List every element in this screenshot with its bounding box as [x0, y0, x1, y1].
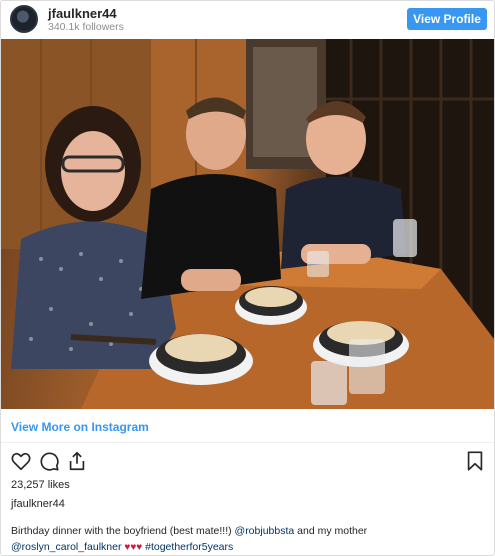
post-caption: Birthday dinner with the boyfriend (best… [11, 523, 481, 556]
bookmark-icon[interactable] [464, 450, 486, 472]
share-icon[interactable] [66, 450, 88, 472]
likes-count[interactable]: 23,257 likes [11, 479, 70, 491]
hashtag-link[interactable]: #togetherfor5years [145, 541, 233, 553]
instagram-embed-card: jfaulkner44 340.1k followers View Profil… [0, 0, 495, 556]
action-bar [1, 447, 494, 475]
mention-link[interactable]: @roslyn_carol_faulkner [11, 541, 121, 553]
post-photo[interactable] [1, 39, 494, 409]
post-header: jfaulkner44 340.1k followers View Profil… [1, 1, 494, 39]
view-more-link[interactable]: View More on Instagram [11, 420, 149, 434]
caption-text: Birthday dinner with the boyfriend (best… [11, 525, 235, 537]
username[interactable]: jfaulkner44 [48, 6, 117, 21]
heart-outline-icon[interactable] [10, 450, 32, 472]
followers-count: 340.1k followers [48, 21, 124, 33]
caption-text: and my mother [294, 525, 368, 537]
view-more-bar: View More on Instagram [1, 410, 494, 443]
avatar[interactable] [10, 5, 38, 33]
post-owner[interactable]: jfaulkner44 [11, 498, 65, 510]
view-profile-button[interactable]: View Profile [407, 8, 487, 30]
photo-illustration [1, 39, 494, 409]
heart-emoji-icon: ♥♥♥ [124, 542, 143, 553]
comment-bubble-icon[interactable] [38, 450, 60, 472]
mention-link[interactable]: @robjubbsta [235, 525, 295, 537]
